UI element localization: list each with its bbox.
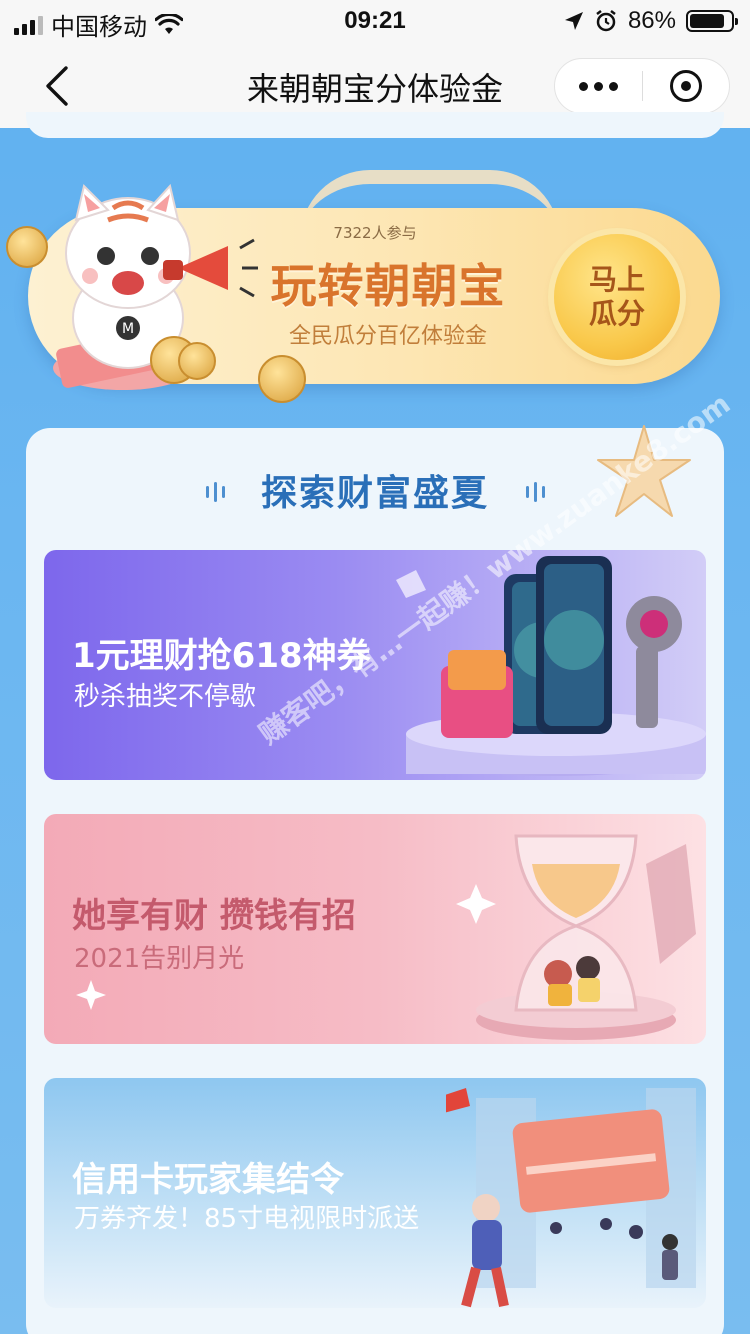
participant-count: 7322人参与: [333, 224, 417, 242]
hero-banner[interactable]: M 7322人参与 玩转朝朝宝 全民瓜分百亿体验金 马上瓜分: [0, 150, 750, 420]
hourglass-illustration: [456, 834, 696, 1040]
sparkle-icon: [76, 980, 106, 1010]
promo-subtitle: 2021告别月光: [74, 944, 245, 974]
previous-card-edge: [26, 112, 724, 138]
claim-now-label: 马上瓜分: [588, 263, 645, 330]
miniprogram-capsule: [554, 58, 730, 114]
location-arrow-icon: [564, 12, 583, 30]
battery-percent: 86%: [627, 7, 676, 34]
claim-now-button[interactable]: 马上瓜分: [554, 234, 680, 360]
close-miniprogram-button[interactable]: [643, 58, 730, 114]
hero-subtitle: 全民瓜分百亿体验金: [288, 324, 487, 349]
status-bar: 中国移动 09:21 86%: [0, 0, 750, 42]
target-circle-icon: [669, 70, 702, 102]
promo-title: 她享有财 攒钱有招: [72, 896, 356, 936]
hero-title: 玩转朝朝宝: [270, 259, 506, 313]
promo-subtitle: 秒杀抽奖不停歇: [74, 682, 257, 712]
battery-icon: [686, 10, 738, 32]
explore-section-card: 探索财富盛夏 1元理财抢618神券 秒杀抽奖不停歇 她享有财 攒钱有招 2021…: [26, 425, 724, 1334]
promo-banner-credit-card[interactable]: 信用卡玩家集结令 万券齐发！85寸电视限时派送: [44, 1078, 706, 1308]
gold-coin-icon: [258, 355, 306, 403]
alarm-clock-icon: [596, 10, 616, 32]
promo-banner-her-finance[interactable]: 她享有财 攒钱有招 2021告别月光: [44, 814, 706, 1044]
more-options-button[interactable]: [555, 58, 642, 114]
title-right-decoration: [526, 480, 545, 502]
promo-title: 信用卡玩家集结令: [72, 1160, 344, 1200]
promo-subtitle: 万券齐发！85寸电视限时派送: [74, 1204, 420, 1234]
svg-text:M: M: [122, 321, 134, 337]
cat-mascot-icon: M: [53, 183, 258, 390]
gold-coin-icon: [6, 226, 48, 268]
credit-card-runners-illustration: [446, 1088, 696, 1308]
gold-coin-icon: [178, 342, 216, 380]
